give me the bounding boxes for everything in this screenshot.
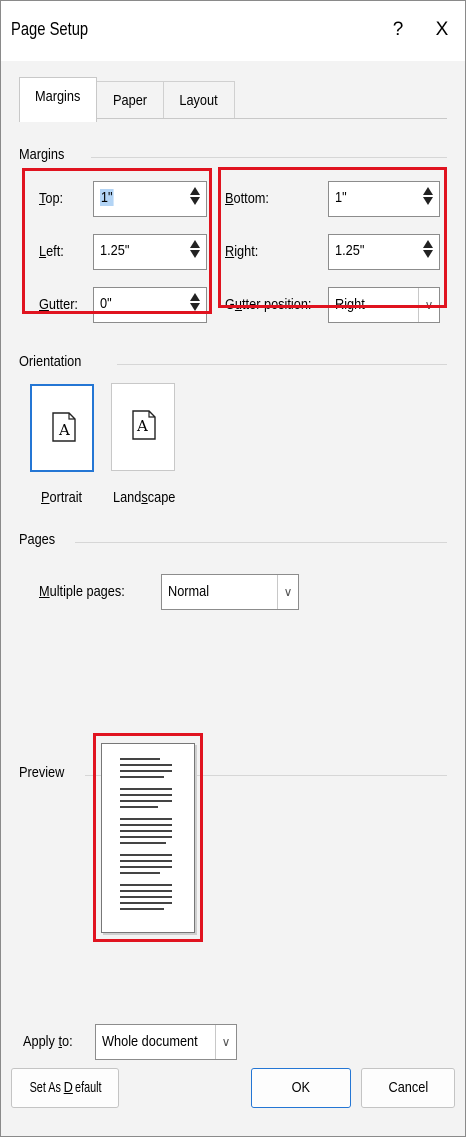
cancel-button[interactable]: Cancel [361,1068,455,1108]
close-icon: X [435,19,449,40]
pages-group-label: Pages [19,531,56,548]
highlight-box-right-margins [218,167,447,308]
margins-group-label: Margins [19,146,65,163]
portrait-button[interactable]: A [30,384,94,472]
question-mark-icon: ? [392,19,404,40]
apply-to-dropdown[interactable]: Whole document ∨ [95,1024,237,1060]
landscape-page-icon: A [132,410,156,440]
portrait-page-icon: A [52,412,76,442]
multiple-pages-label: Multiple pages: [39,583,125,600]
dialog-body: Margins Paper Layout Margins Top: 1" Lef… [1,61,465,1136]
dialog-title: Page Setup [11,19,89,39]
multiple-pages-value: Normal [168,583,210,600]
svg-text:A: A [58,421,70,439]
close-button[interactable]: X [427,15,457,45]
chevron-down-icon: ∨ [215,1025,236,1059]
set-as-default-button[interactable]: Set As Default [11,1068,119,1108]
tab-layout[interactable]: Layout [163,81,235,120]
orientation-group-label: Orientation [19,353,82,370]
tab-margins[interactable]: Margins [19,77,97,122]
title-bar: Page Setup ? X [1,1,465,61]
preview-group-label: Preview [19,764,65,781]
apply-to-value: Whole document [102,1033,198,1050]
landscape-label: Landscape [113,489,176,506]
ok-button[interactable]: OK [251,1068,351,1108]
group-divider [91,157,447,158]
apply-to-label: Apply to: [23,1033,73,1050]
landscape-button[interactable]: A [111,383,175,471]
group-divider [117,364,447,365]
margins-tab-panel: Margins Top: 1" Left: 1.25" Gutter: 0" B… [19,118,447,1136]
highlight-box-preview [93,733,203,942]
group-divider [75,542,447,543]
tab-paper[interactable]: Paper [95,81,165,120]
help-button[interactable]: ? [383,15,413,45]
chevron-down-icon: ∨ [277,575,298,609]
highlight-box-left-margins [22,168,212,314]
tab-strip: Margins Paper Layout [19,77,447,122]
page-setup-dialog: Page Setup ? X Margins Paper Layout Marg… [0,0,466,1137]
svg-text:A: A [136,417,148,435]
multiple-pages-dropdown[interactable]: Normal ∨ [161,574,299,610]
portrait-label: Portrait [41,489,83,506]
